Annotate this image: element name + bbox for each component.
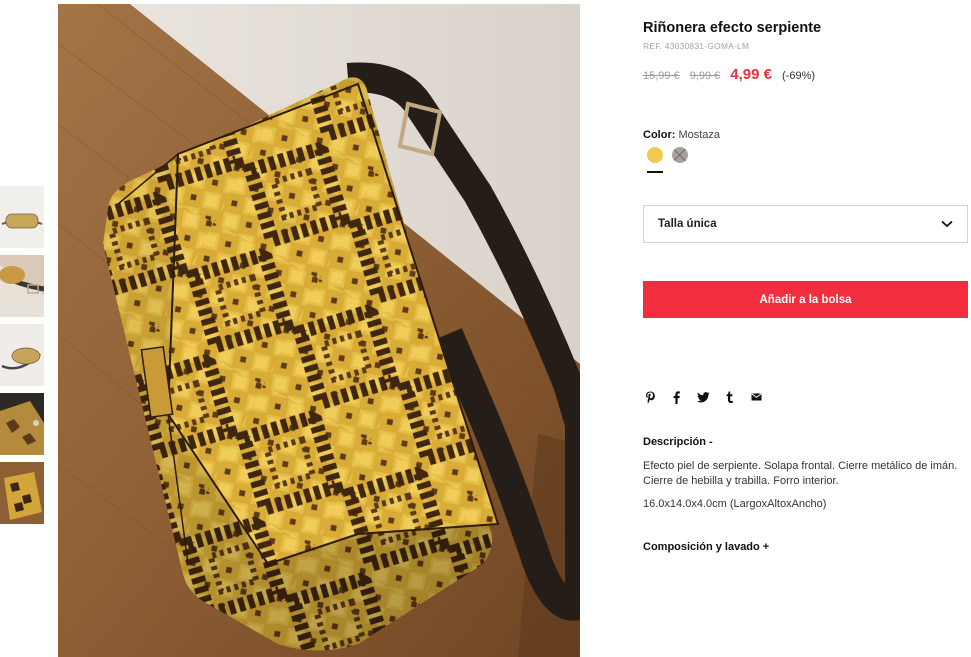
price-block: 15,99 € 9,99 € 4,99 € (-69%) [643,66,815,83]
product-photo-snake-belt-bag [58,4,580,657]
original-price-2: 9,99 € [689,70,721,82]
pinterest-icon[interactable] [643,390,657,404]
chevron-down-icon [941,220,953,228]
selected-swatch-indicator [647,171,663,173]
description-text: Efecto piel de serpiente. Solapa frontal… [643,460,958,487]
composition-toggle[interactable]: Composición y lavado + [643,541,769,553]
thumbnail-3[interactable] [0,324,44,386]
thumbnail-3-image [0,324,44,386]
color-selected-value: Mostaza [678,129,721,141]
thumbnail-2-image [0,255,44,317]
original-price-1: 15,99 € [643,70,680,82]
thumbnail-1[interactable] [0,186,44,248]
thumbnail-5-image [0,462,44,524]
color-label: Color: Mostaza [643,129,720,141]
thumbnail-1-image [0,186,44,248]
tumblr-icon[interactable] [723,390,737,404]
thumbnail-4-image [0,393,44,455]
thumbnail-strip [0,186,44,531]
color-label-key: Color: [643,129,676,141]
product-ref: REF. 43030831-GOMA-LM [643,41,750,51]
color-swatch-grey-unavailable[interactable] [672,147,688,163]
size-dropdown[interactable]: Talla única [643,205,968,243]
main-product-image [58,4,580,657]
current-price: 4,99 € [730,66,773,83]
product-title: Riñonera efecto serpiente [643,20,822,36]
thumbnail-4[interactable] [0,393,44,455]
email-icon[interactable] [749,390,763,404]
color-swatch-mustard[interactable] [647,147,663,163]
discount-badge: (-69%) [782,70,816,82]
twitter-icon[interactable] [696,390,710,404]
description-heading[interactable]: Descripción - [643,436,713,448]
share-icons [643,390,776,404]
facebook-icon[interactable] [670,390,684,404]
size-selected-value: Talla única [658,218,717,230]
thumbnail-5[interactable] [0,462,44,524]
add-to-bag-button[interactable]: Añadir a la bolsa [643,281,968,318]
product-dimensions: 16.0x14.0x4.0cm (LargoxAltoxAncho) [643,498,827,510]
thumbnail-2[interactable] [0,255,44,317]
